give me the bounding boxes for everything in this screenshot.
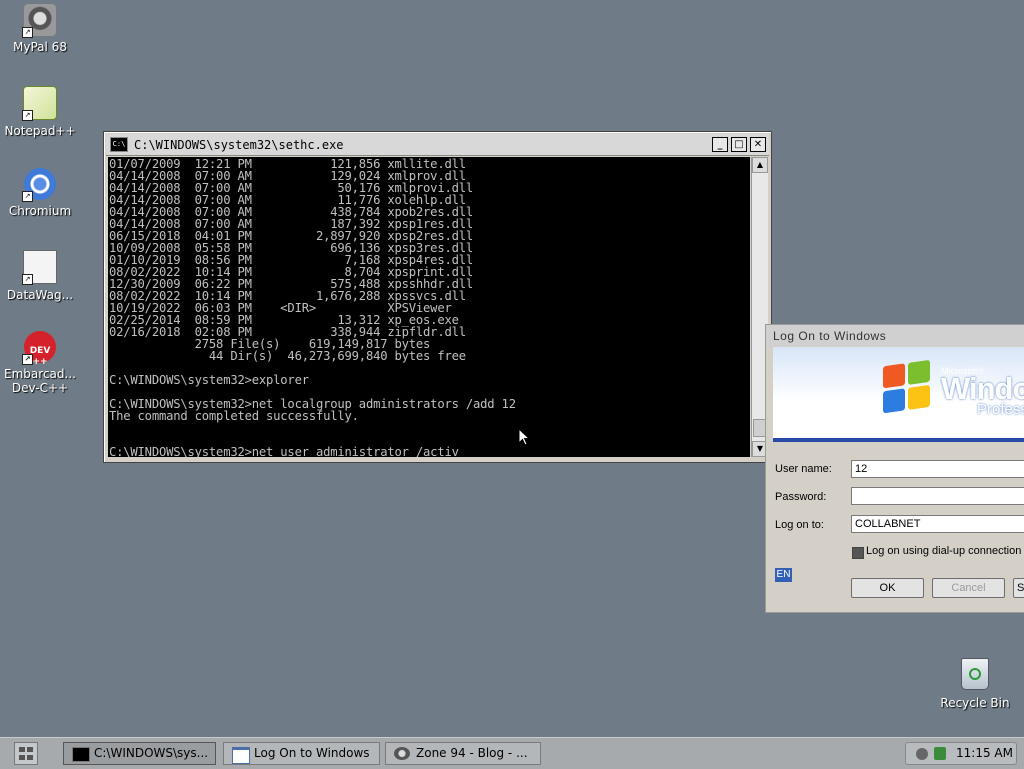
- logon-to-select[interactable]: COLLABNET: [851, 515, 1024, 533]
- network-icon[interactable]: [916, 748, 928, 760]
- shortcut-arrow-icon: ↗: [22, 27, 33, 38]
- mouse-pointer-icon: [518, 428, 530, 446]
- devcpp-icon: DEV ++ ↗: [22, 331, 56, 367]
- password-field[interactable]: [851, 487, 1024, 505]
- chromium-icon: ↗: [22, 168, 56, 202]
- start-button[interactable]: [14, 742, 38, 765]
- copyright-text: Copyright © 1985-2001 Microsoft Corporat…: [774, 409, 867, 433]
- logon-title: Log On to Windows: [773, 329, 887, 343]
- desktop-icon-recycle-bin[interactable]: Recycle Bin: [937, 658, 1013, 710]
- clock[interactable]: 11:15 AM: [956, 746, 1013, 760]
- desktop-icon-label: Notepad++: [4, 124, 76, 138]
- close-button[interactable]: ✕: [750, 137, 766, 152]
- raccoon-icon: ↗: [22, 4, 56, 38]
- desktop-icon-notepadpp[interactable]: ↗ Notepad++: [0, 86, 80, 138]
- logon-dialog[interactable]: Log On to Windows Microsoft® Windows Pro…: [765, 324, 1024, 613]
- shortcut-arrow-icon: ↗: [22, 191, 33, 202]
- scroll-up-icon[interactable]: ▲: [752, 157, 768, 173]
- copyright-line: Copyright © 1985-2001: [774, 410, 868, 420]
- shortcut-arrow-icon: ↗: [22, 354, 33, 365]
- taskbar-button-label: C:\WINDOWS\sys...: [94, 746, 209, 760]
- desktop-icon-mypal[interactable]: ↗ MyPal 68: [0, 4, 80, 54]
- windows-xp-banner: Microsoft® Windows Professional Copyrigh…: [773, 347, 1024, 442]
- raccoon-icon: [394, 747, 410, 760]
- password-label: Password:: [775, 491, 827, 503]
- cmd-icon: [72, 747, 90, 762]
- maximize-button[interactable]: □: [731, 137, 747, 152]
- taskbar-button-label: Log On to Windows: [254, 746, 370, 760]
- taskbar: C:\WINDOWS\sys... Log On to Windows Zone…: [0, 737, 1024, 769]
- shortcut-arrow-icon: ↗: [22, 274, 33, 285]
- language-indicator[interactable]: EN: [775, 568, 792, 582]
- desktop-icon-datawag[interactable]: ↗ DataWag...: [0, 250, 80, 302]
- console-window[interactable]: C:\ C:\WINDOWS\system32\sethc.exe _ □ ✕ …: [103, 131, 772, 463]
- notepadpp-icon: ↗: [22, 86, 57, 121]
- desktop-icon-label: Chromium: [8, 204, 72, 218]
- shortcut-arrow-icon: ↗: [22, 110, 33, 121]
- system-tray: 11:15 AM: [905, 742, 1017, 765]
- document-icon: ↗: [22, 250, 57, 285]
- desktop-icon-label: Embarcad... Dev-C++: [4, 367, 76, 395]
- edition-label: Professional: [977, 401, 1024, 418]
- console-screen[interactable]: 01/07/2009 12:21 PM 121,856 xmllite.dll …: [108, 157, 750, 457]
- desktop-icon-label: Recycle Bin: [940, 696, 1010, 710]
- username-label: User name:: [775, 463, 832, 475]
- recycle-bin-icon: [961, 658, 989, 690]
- console-title: C:\WINDOWS\system32\sethc.exe: [134, 137, 344, 152]
- windows-flag-icon: [883, 359, 931, 417]
- desktop-icon-label: DataWag...: [6, 288, 74, 302]
- username-field[interactable]: 12: [851, 460, 1024, 478]
- security-icon[interactable]: [934, 747, 946, 760]
- desktop-icon-label: MyPal 68: [13, 40, 67, 54]
- taskbar-button-logon[interactable]: Log On to Windows: [223, 742, 380, 765]
- copyright-line: Microsoft Corporation: [774, 422, 861, 432]
- console-titlebar[interactable]: C:\ C:\WINDOWS\system32\sethc.exe _ □ ✕: [106, 134, 769, 156]
- console-output: 01/07/2009 12:21 PM 121,856 xmllite.dll …: [109, 157, 516, 457]
- shutdown-button[interactable]: Sh: [1013, 578, 1024, 598]
- taskbar-button-browser[interactable]: Zone 94 - Blog - ...: [385, 742, 541, 765]
- cancel-button[interactable]: Cancel: [932, 578, 1005, 598]
- taskbar-button-console[interactable]: C:\WINDOWS\sys...: [63, 742, 216, 765]
- minimize-button[interactable]: _: [712, 137, 728, 152]
- logon-titlebar[interactable]: Log On to Windows: [766, 325, 1024, 346]
- dialup-checkbox[interactable]: [852, 547, 864, 559]
- desktop-icon-devcpp[interactable]: DEV ++ ↗ Embarcad... Dev-C++: [0, 331, 80, 395]
- logon-to-label: Log on to:: [775, 519, 824, 531]
- ok-button[interactable]: OK: [851, 578, 924, 598]
- cmd-icon: C:\: [110, 137, 128, 152]
- taskbar-button-label: Zone 94 - Blog - ...: [416, 746, 528, 760]
- desktop-icon-chromium[interactable]: ↗ Chromium: [0, 168, 80, 218]
- dialup-label: Log on using dial-up connection: [866, 545, 1022, 557]
- window-icon: [232, 747, 250, 764]
